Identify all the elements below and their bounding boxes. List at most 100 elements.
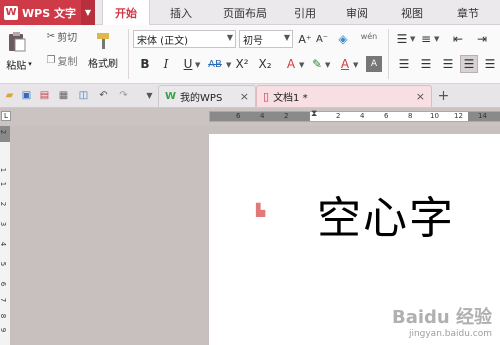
cut-button[interactable]: ✂ 剪切	[42, 29, 82, 44]
save-icon[interactable]: ▣	[19, 88, 34, 103]
divider	[128, 29, 129, 79]
chevron-down-icon[interactable]: ▼	[195, 61, 200, 69]
divider	[388, 29, 389, 79]
copy-button[interactable]: ❐ 复制	[42, 53, 82, 68]
ruler-tick-label: 10	[430, 112, 439, 120]
chevron-down-icon[interactable]: ▼	[142, 88, 157, 103]
scissors-icon: ✂	[46, 30, 56, 42]
watermark: Baidu 经验 jingyan.baidu.com	[391, 307, 492, 339]
bullet-list-icon[interactable]: ☰	[394, 31, 410, 47]
pinyin-button[interactable]: wén	[358, 28, 380, 44]
new-tab-plus-icon[interactable]: +	[436, 88, 451, 104]
app-menu-button[interactable]: W WPS 文字 ▼	[0, 0, 95, 25]
print-icon[interactable]: ▦	[56, 88, 71, 103]
tab-document1[interactable]: ▯ 文档1 * ×	[256, 85, 432, 107]
ruler-tick-label: 5	[0, 261, 8, 267]
export-pdf-icon[interactable]: ▤	[37, 88, 52, 103]
tab-insert[interactable]: 插入	[158, 0, 204, 25]
tab-review[interactable]: 审阅	[337, 0, 377, 25]
indent-marker-icon[interactable]: ⧗	[311, 109, 317, 119]
ruler-tick-label: 6	[0, 281, 8, 287]
font-name-select[interactable]: 宋体 (正文) ▼	[133, 30, 236, 48]
text-effect-icon[interactable]: A	[283, 56, 299, 72]
copy-icon: ❐	[46, 54, 56, 66]
paragraph-marker-icon[interactable]: ▙	[256, 203, 270, 217]
ruler-tick-label: 8	[0, 313, 8, 319]
undo-icon[interactable]: ↶	[96, 88, 111, 103]
chevron-down-icon[interactable]: ▼	[226, 61, 231, 69]
subscript-button[interactable]: X₂	[257, 56, 273, 72]
paste-button[interactable]: 粘贴 ▾	[2, 57, 36, 72]
tab-home[interactable]: 开始	[102, 0, 150, 26]
paste-icon[interactable]	[4, 29, 30, 55]
ruler-tick-label: 2	[336, 112, 341, 120]
chevron-down-icon[interactable]: ▼	[410, 35, 415, 43]
grow-font-button[interactable]: A⁺	[297, 31, 313, 47]
ribbon: 粘贴 ▾ ✂ 剪切 ❐ 复制 格式刷 宋体 (正文) ▼ 初号 ▼ A⁺ A⁻ ◈ wén…	[0, 25, 500, 84]
tab-page-layout[interactable]: 页面布局	[210, 0, 280, 25]
document-text[interactable]: 空心字	[317, 182, 455, 246]
ruler-tick-label: 2	[284, 112, 289, 120]
char-shading-icon[interactable]: A	[366, 56, 382, 72]
font-size-select[interactable]: 初号 ▼	[239, 30, 293, 48]
align-left-icon[interactable]: ☰	[396, 56, 412, 72]
horizontal-ruler[interactable]: 6 4 2 2 4 6 8 10 12 14 ⧗	[209, 109, 500, 122]
chevron-down-icon[interactable]: ▼	[434, 35, 439, 43]
ruler-tick-label: 2	[0, 129, 8, 135]
ruler-tick-label: 6	[384, 112, 389, 120]
ruler-tick-label: 8	[408, 112, 413, 120]
align-center-icon[interactable]: ☰	[418, 56, 434, 72]
tab-stop-selector[interactable]: L	[1, 111, 11, 121]
tab-section[interactable]: 章节	[448, 0, 488, 25]
underline-button[interactable]: U	[180, 56, 196, 72]
tab-view[interactable]: 视图	[392, 0, 432, 25]
chevron-down-icon[interactable]: ▼	[81, 0, 95, 25]
chevron-down-icon[interactable]: ▼	[325, 61, 330, 69]
superscript-button[interactable]: X²	[234, 56, 250, 72]
bold-button[interactable]: B	[137, 56, 153, 72]
title-bar: W WPS 文字 ▼ 开始 插入 页面布局 引用 审阅 视图 章节	[0, 0, 500, 26]
ruler-tick-label: 12	[454, 112, 463, 120]
open-folder-icon[interactable]: ▰	[2, 88, 17, 103]
clear-format-icon[interactable]: ◈	[335, 31, 351, 47]
increase-indent-icon[interactable]: ⇥	[474, 31, 490, 47]
document-icon: ▯	[263, 90, 270, 103]
ruler-tick-label: 7	[0, 297, 8, 303]
ruler-tick-label: 4	[360, 112, 365, 120]
strikethrough-button[interactable]: AB	[205, 56, 225, 72]
ruler-tick-label: 4	[260, 112, 265, 120]
brush-icon[interactable]	[90, 29, 116, 53]
ruler-tick-label: 1	[0, 167, 8, 173]
align-right-icon[interactable]: ☰	[440, 56, 456, 72]
chevron-down-icon: ▼	[226, 33, 233, 42]
print-preview-icon[interactable]: ◫	[76, 88, 91, 103]
ruler-tick-label: 1	[0, 181, 8, 187]
vertical-ruler[interactable]: 2 1 1 2 3 4 5 6 7 8 9	[0, 126, 10, 345]
ruler-tick-label: 6	[236, 112, 241, 120]
ruler-tick-label: 2	[0, 201, 8, 207]
ruler-tick-label: 4	[0, 241, 8, 247]
highlight-icon[interactable]: ✎	[309, 56, 325, 72]
numbered-list-icon[interactable]: ≡	[418, 31, 434, 47]
tab-references[interactable]: 引用	[285, 0, 325, 25]
chevron-down-icon: ▼	[283, 33, 290, 42]
font-color-icon[interactable]: A	[337, 56, 353, 72]
redo-icon[interactable]: ↷	[116, 88, 131, 103]
wps-logo-icon: W	[4, 5, 18, 20]
close-icon[interactable]: ×	[416, 90, 425, 103]
close-icon[interactable]: ×	[240, 90, 249, 103]
shrink-font-button[interactable]: A⁻	[314, 31, 330, 47]
wps-icon: W	[165, 91, 177, 102]
format-painter-button[interactable]: 格式刷	[84, 55, 122, 70]
ruler-tick-label: 14	[478, 112, 487, 120]
decrease-indent-icon[interactable]: ⇤	[450, 31, 466, 47]
justify-icon[interactable]: ☰	[460, 55, 478, 73]
chevron-down-icon[interactable]: ▼	[353, 61, 358, 69]
tab-my-wps[interactable]: W 我的WPS ×	[158, 85, 256, 107]
ruler-tick-label: 3	[0, 221, 8, 227]
app-name: WPS 文字	[22, 6, 76, 20]
chevron-down-icon[interactable]: ▼	[299, 61, 304, 69]
distribute-icon[interactable]: ☰	[482, 56, 498, 72]
italic-button[interactable]: I	[158, 56, 174, 72]
document-tab-bar: ▰ ▣ ▤ ▦ ◫ ↶ ↷ ▼ W 我的WPS × ▯ 文档1 * × +	[0, 84, 500, 108]
